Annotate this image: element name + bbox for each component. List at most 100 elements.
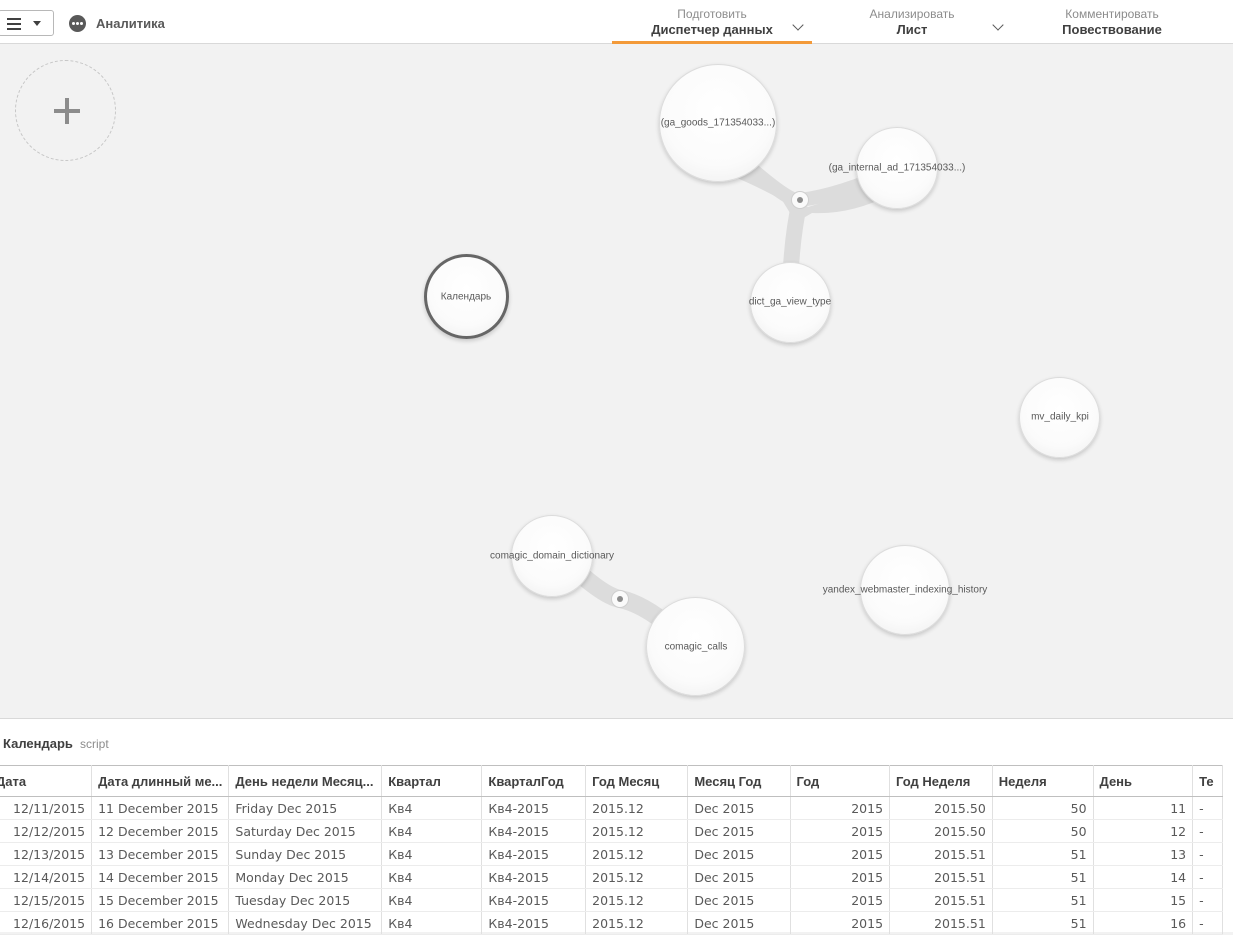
table-cell: Saturday Dec 2015 — [228, 819, 383, 843]
data-model-canvas[interactable]: (ga_goods_171354033...) (ga_internal_ad_… — [0, 45, 1233, 718]
table-header-row: Дата Дата длинный ме... День недели Меся… — [0, 765, 1223, 797]
column-header[interactable]: Год Месяц — [585, 765, 689, 797]
tab-prepare[interactable]: Подготовить Диспетчер данных — [612, 0, 812, 44]
tab-prepare-label: Диспетчер данных — [651, 22, 773, 37]
table-cell: 2015.51 — [889, 888, 993, 912]
table-cell: 2015.51 — [889, 911, 993, 935]
table-preview-panel: Календарь script Дата Дата длинный ме...… — [0, 718, 1233, 935]
table-row: 12/13/2015 13 December 2015 Sunday Dec 201… — [0, 842, 1223, 866]
table-cell: Wednesday Dec 2015 — [228, 911, 383, 935]
table-cell: 50 — [992, 796, 1094, 820]
table-cell: - — [1192, 819, 1223, 843]
app-title: Аналитика — [96, 16, 165, 31]
table-cell: 2015.12 — [585, 796, 689, 820]
table-cell: 12 December 2015 — [91, 819, 230, 843]
tab-analyze-sublabel: Анализировать — [869, 7, 955, 21]
column-header[interactable]: День недели Месяц... — [228, 765, 383, 797]
table-cell: Кв4 — [381, 819, 483, 843]
column-header[interactable]: Год Неделя — [889, 765, 993, 797]
table-cell: 12/14/2015 — [0, 865, 93, 889]
table-cell: 50 — [992, 819, 1094, 843]
association-node[interactable] — [791, 191, 809, 209]
tab-prepare-sublabel: Подготовить — [677, 7, 747, 21]
table-cell: 12 — [1093, 819, 1194, 843]
column-header[interactable]: Неделя — [992, 765, 1094, 797]
table-cell: 2015.51 — [889, 865, 993, 889]
association-dot-icon — [617, 596, 623, 602]
table-cell: - — [1192, 911, 1223, 935]
table-cell: 12/11/2015 — [0, 796, 93, 820]
table-cell: Sunday Dec 2015 — [228, 842, 383, 866]
association-dot-icon — [797, 197, 803, 203]
table-cell: - — [1192, 865, 1223, 889]
table-cell: 12/12/2015 — [0, 819, 93, 843]
tab-analyze[interactable]: Анализировать Лист — [812, 0, 1012, 44]
table-cell: 14 — [1093, 865, 1194, 889]
table-cell: - — [1192, 796, 1223, 820]
table-cell: Dec 2015 — [687, 888, 791, 912]
table-cell: - — [1192, 888, 1223, 912]
table-cell: Dec 2015 — [687, 865, 791, 889]
table-cell: 2015.51 — [889, 842, 993, 866]
column-header[interactable]: Дата длинный ме... — [91, 765, 230, 797]
column-header[interactable]: Те — [1192, 765, 1223, 797]
table-cell: Кв4 — [381, 865, 483, 889]
table-cell: 2015 — [790, 796, 891, 820]
column-header[interactable]: Квартал — [381, 765, 483, 797]
app-icon — [69, 15, 86, 32]
association-node[interactable] — [611, 590, 629, 608]
table-cell: Кв4-2015 — [481, 865, 587, 889]
table-row: 12/11/2015 11 December 2015 Friday Dec 201… — [0, 796, 1223, 820]
table-cell: Кв4-2015 — [481, 819, 587, 843]
table-label-comagic-domain-dictionary: comagic_domain_dictionary — [490, 550, 614, 562]
table-cell: 2015 — [790, 819, 891, 843]
table-row: 12/16/2015 16 December 2015 Wednesday Dec … — [0, 911, 1223, 935]
table-cell: Кв4-2015 — [481, 911, 587, 935]
table-cell: 13 December 2015 — [91, 842, 230, 866]
column-header[interactable]: Дата — [0, 765, 93, 797]
tab-narrate[interactable]: Комментировать Повествование — [1012, 0, 1212, 44]
column-header[interactable]: КварталГод — [481, 765, 587, 797]
preview-table: Дата Дата длинный ме... День недели Меся… — [0, 765, 1223, 935]
table-cell: 51 — [992, 888, 1094, 912]
table-cell: 2015 — [790, 842, 891, 866]
table-cell: Кв4 — [381, 888, 483, 912]
table-cell: Dec 2015 — [687, 842, 791, 866]
table-cell: Dec 2015 — [687, 911, 791, 935]
table-cell: 2015.12 — [585, 865, 689, 889]
table-label-yandex-webmaster: yandex_webmaster_indexing_history — [822, 584, 988, 596]
table-cell: 11 — [1093, 796, 1194, 820]
table-row: 12/14/2015 14 December 2015 Monday Dec 201… — [0, 865, 1223, 889]
table-cell: 11 December 2015 — [91, 796, 230, 820]
table-label-calendar: Календарь — [440, 291, 492, 303]
table-cell: 2015.50 — [889, 796, 993, 820]
table-cell: Friday Dec 2015 — [228, 796, 383, 820]
table-cell: Кв4 — [381, 911, 483, 935]
table-cell: Monday Dec 2015 — [228, 865, 383, 889]
table-label-ga-goods: (ga_goods_171354033...) — [660, 117, 776, 129]
table-cell: - — [1192, 842, 1223, 866]
navigation-menu-button[interactable] — [0, 10, 54, 36]
table-cell: 2015 — [790, 888, 891, 912]
tab-analyze-label: Лист — [896, 22, 928, 37]
tab-narrate-label: Повествование — [1062, 22, 1162, 37]
table-cell: Кв4 — [381, 796, 483, 820]
table-cell: 12/16/2015 — [0, 911, 93, 935]
table-cell: 13 — [1093, 842, 1194, 866]
table-cell: 2015.12 — [585, 842, 689, 866]
column-header[interactable]: День — [1093, 765, 1194, 797]
column-header[interactable]: Месяц Год — [687, 765, 791, 797]
table-cell: 2015 — [790, 865, 891, 889]
table-cell: 2015 — [790, 911, 891, 935]
table-cell: 15 December 2015 — [91, 888, 230, 912]
table-cell: 12/15/2015 — [0, 888, 93, 912]
column-header[interactable]: Год — [790, 765, 891, 797]
table-cell: 51 — [992, 842, 1094, 866]
table-cell: 2015.12 — [585, 888, 689, 912]
table-label-mv-daily-kpi: mv_daily_kpi — [1031, 411, 1089, 423]
caret-down-icon — [33, 21, 41, 26]
table-cell: Кв4-2015 — [481, 796, 587, 820]
table-cell: 2015.12 — [585, 819, 689, 843]
table-cell: 51 — [992, 865, 1094, 889]
table-cell: 2015.50 — [889, 819, 993, 843]
